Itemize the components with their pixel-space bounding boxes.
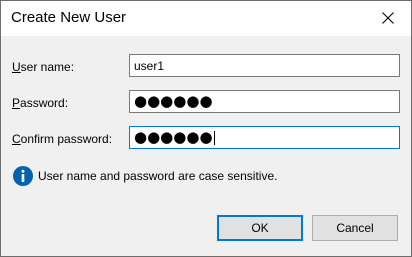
cancel-button-label: Cancel <box>336 221 374 235</box>
username-input[interactable]: user1 <box>129 54 400 77</box>
confirm-password-input[interactable]: ●●●●●● <box>129 126 400 149</box>
dialog-body: User name: user1 Password: ●●●●●● Confir… <box>1 36 411 256</box>
password-label-text: assword: <box>20 96 69 110</box>
password-label: Password: <box>12 96 68 110</box>
username-label-accel: U <box>12 60 21 74</box>
close-button[interactable] <box>365 1 411 35</box>
confirm-password-label: Confirm password: <box>12 132 112 146</box>
title-bar[interactable]: Create New User <box>1 1 411 35</box>
password-input[interactable]: ●●●●●● <box>129 90 400 113</box>
info-icon <box>13 166 33 186</box>
info-note: User name and password are case sensitiv… <box>13 166 277 186</box>
confirm-password-label-accel: C <box>12 132 21 146</box>
username-label: User name: <box>12 60 74 74</box>
dialog-title: Create New User <box>11 9 127 26</box>
cancel-button[interactable]: Cancel <box>312 215 398 241</box>
password-value: ●●●●●● <box>134 92 213 110</box>
username-label-text: ser name: <box>20 60 75 74</box>
confirm-password-value: ●●●●●● <box>134 128 213 146</box>
text-caret <box>213 130 215 145</box>
confirm-password-label-text: onfirm password: <box>20 132 113 146</box>
create-user-dialog: Create New User User name: user1 Passwor… <box>0 0 412 257</box>
info-text: User name and password are case sensitiv… <box>38 169 278 183</box>
close-icon <box>382 12 394 24</box>
ok-button[interactable]: OK <box>217 215 303 241</box>
username-value: user1 <box>134 58 165 73</box>
password-label-accel: P <box>12 96 21 110</box>
ok-button-label: OK <box>251 221 269 235</box>
